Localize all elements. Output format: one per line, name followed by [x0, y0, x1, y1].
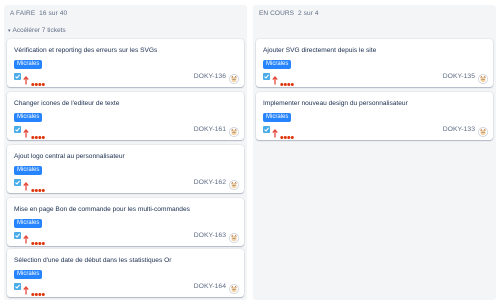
column-title: EN COURS — [259, 10, 295, 17]
story-points-dots-icon — [31, 284, 45, 296]
accelerate-tickets-link[interactable]: ▾ Accélérer 7 tickets — [4, 27, 247, 39]
label-badge[interactable]: Micrales — [14, 270, 43, 279]
card-footer: DOKY-163 — [14, 230, 239, 245]
avatar-icon[interactable] — [229, 177, 239, 190]
issue-summary: Vérification et reporting des erreurs su… — [14, 47, 158, 54]
story-points-dots-icon — [31, 74, 45, 86]
issue-summary: Sélection d'une date de début dans les s… — [14, 257, 172, 264]
card-footer: DOKY-162 — [14, 177, 239, 192]
avatar-icon[interactable] — [229, 230, 239, 243]
task-checkbox-icon — [263, 126, 270, 133]
label-badge[interactable]: Micrales — [14, 219, 43, 228]
story-points-dots-icon — [31, 233, 45, 245]
column-title: A FAIRE — [10, 10, 36, 17]
avatar-icon[interactable] — [229, 124, 239, 137]
story-points-dots-icon — [280, 127, 294, 139]
task-checkbox-icon — [14, 179, 21, 186]
story-points-dots-icon — [31, 180, 45, 192]
column-in-progress: EN COURS 2 sur 4 Ajouter SVG directement… — [253, 5, 496, 300]
card-footer: DOKY-164 — [14, 281, 239, 296]
label-badge[interactable]: Micrales — [14, 166, 43, 175]
issue-key[interactable]: DOKY-161 — [194, 126, 226, 133]
issue-summary: Changer icones de l'editeur de texte — [14, 100, 120, 107]
chevron-down-icon: ▾ — [8, 28, 11, 34]
issue-summary: Implementer nouveau design du personnali… — [263, 100, 408, 107]
task-checkbox-icon — [14, 283, 21, 290]
issue-card[interactable]: Ajouter SVG directement depuis le site M… — [256, 39, 493, 87]
issue-card[interactable]: Sélection d'une date de début dans les s… — [7, 249, 244, 297]
label-badge[interactable]: Micrales — [263, 60, 292, 69]
accelerate-label: Accélérer 7 tickets — [12, 27, 66, 34]
issue-key[interactable]: DOKY-136 — [194, 73, 226, 80]
card-footer: DOKY-161 — [14, 124, 239, 139]
priority-high-arrow-icon — [23, 178, 29, 191]
card-footer: DOKY-135 — [263, 71, 488, 86]
issue-card[interactable]: Implementer nouveau design du personnali… — [256, 92, 493, 140]
task-checkbox-icon — [14, 232, 21, 239]
label-badge[interactable]: Micrales — [14, 60, 43, 69]
priority-high-arrow-icon — [23, 125, 29, 138]
column-count: 16 sur 40 — [39, 10, 68, 17]
issue-key[interactable]: DOKY-164 — [194, 283, 226, 290]
priority-high-arrow-icon — [23, 282, 29, 295]
issue-key[interactable]: DOKY-135 — [443, 73, 475, 80]
priority-high-arrow-icon — [23, 231, 29, 244]
column-count: 2 sur 4 — [298, 10, 319, 17]
issue-summary: Mise en page Bon de commande pour les mu… — [14, 206, 190, 213]
story-points-dots-icon — [31, 127, 45, 139]
issue-summary: Ajout logo central au personnalisateur — [14, 153, 125, 160]
issue-card[interactable]: Vérification et reporting des erreurs su… — [7, 39, 244, 87]
priority-high-arrow-icon — [272, 125, 278, 138]
issue-card[interactable]: Changer icones de l'editeur de texte Mic… — [7, 92, 244, 140]
column-header: A FAIRE 16 sur 40 — [4, 5, 247, 22]
issue-card[interactable]: Ajout logo central au personnalisateur M… — [7, 145, 244, 193]
priority-high-arrow-icon — [272, 72, 278, 85]
task-checkbox-icon — [14, 126, 21, 133]
label-badge[interactable]: Micrales — [263, 113, 292, 122]
task-checkbox-icon — [14, 73, 21, 80]
avatar-icon[interactable] — [478, 71, 488, 84]
avatar-icon[interactable] — [478, 124, 488, 137]
issue-key[interactable]: DOKY-133 — [443, 126, 475, 133]
avatar-icon[interactable] — [229, 71, 239, 84]
card-footer: DOKY-136 — [14, 71, 239, 86]
label-badge[interactable]: Micrales — [14, 113, 43, 122]
column-header: EN COURS 2 sur 4 — [253, 5, 496, 22]
issue-card[interactable]: Mise en page Bon de commande pour les mu… — [7, 198, 244, 246]
story-points-dots-icon — [280, 74, 294, 86]
column-todo: A FAIRE 16 sur 40 ▾ Accélérer 7 tickets V… — [4, 5, 247, 300]
priority-high-arrow-icon — [23, 72, 29, 85]
issue-key[interactable]: DOKY-163 — [194, 232, 226, 239]
card-footer: DOKY-133 — [263, 124, 488, 139]
avatar-icon[interactable] — [229, 281, 239, 294]
issue-summary: Ajouter SVG directement depuis le site — [263, 47, 377, 54]
issue-key[interactable]: DOKY-162 — [194, 179, 226, 186]
task-checkbox-icon — [263, 73, 270, 80]
